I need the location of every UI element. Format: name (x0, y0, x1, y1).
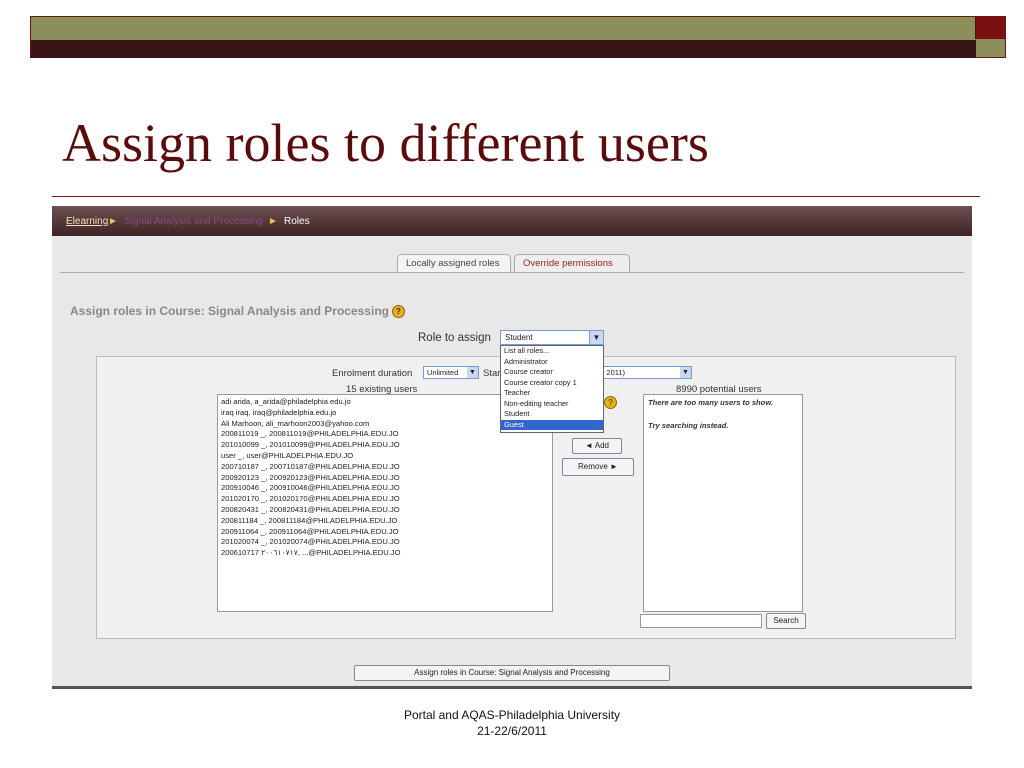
list-item[interactable]: user _, user@PHILADELPHIA.EDU.JO (221, 451, 549, 462)
list-item[interactable]: 200610717 ٢٠٠٦١٠٧١٧, ...@PHILADELPHIA.ED… (221, 548, 549, 559)
list-item[interactable]: 200811184 _, 200811184@PHILADELPHIA.EDU.… (221, 516, 549, 527)
role-option[interactable]: Course creator (501, 367, 603, 378)
chevron-down-icon: ▼ (680, 367, 691, 378)
list-item[interactable]: 200910046 _, 200910046@PHILADELPHIA.EDU.… (221, 483, 549, 494)
role-to-assign-label: Role to assign (418, 332, 491, 344)
enrolment-duration-value: Unlimited (427, 368, 459, 377)
role-option[interactable]: Teacher (501, 388, 603, 399)
potential-users-list[interactable]: There are too many users to show. Try se… (643, 394, 803, 612)
start-date-label: Star (483, 368, 501, 379)
slide-header-bar (30, 16, 1006, 58)
slide-title: Assign roles to different users (62, 113, 709, 173)
breadcrumb-home-link[interactable]: Elearning (66, 216, 108, 227)
title-divider (52, 196, 980, 197)
list-item[interactable]: 201020074 _, 201020074@PHILADELPHIA.EDU.… (221, 537, 549, 548)
enrolment-duration-label: Enrolment duration (332, 368, 413, 379)
breadcrumb-current: Roles (284, 216, 310, 227)
list-item[interactable]: 200820431 _, 200820431@PHILADELPHIA.EDU.… (221, 505, 549, 516)
add-button[interactable]: ◄ Add (572, 438, 622, 454)
search-button[interactable]: Search (766, 613, 806, 629)
role-option[interactable]: Student (501, 409, 603, 420)
slide-header-accent (975, 17, 1005, 39)
role-option[interactable]: Administrator (501, 357, 603, 368)
breadcrumb-arrow-icon: ► (108, 216, 118, 227)
list-item[interactable]: 200911064 _, 200911064@PHILADELPHIA.EDU.… (221, 527, 549, 538)
breadcrumb: Elearning ► Signal Analysis and Processi… (52, 206, 972, 236)
assign-roles-button[interactable]: Assign roles in Course: Signal Analysis … (354, 665, 670, 681)
role-select-value: Student (505, 333, 533, 342)
role-select[interactable]: Student ▼ (500, 330, 604, 345)
page-heading: Assign roles in Course: Signal Analysis … (70, 304, 405, 319)
slide-footer-line1: Portal and AQAS-Philadelphia University (403, 708, 621, 722)
enrolment-duration-select[interactable]: Unlimited ▼ (423, 366, 479, 379)
slide-footer-line2: 21-22/6/2011 (477, 724, 547, 738)
tab-override-permissions[interactable]: Override permissions (514, 254, 630, 272)
try-searching-message: Try searching instead. (648, 421, 729, 430)
slide-header-band (31, 17, 976, 58)
role-option[interactable]: Course creator copy 1 (501, 378, 603, 389)
help-icon[interactable]: ? (391, 305, 405, 319)
page-heading-text: Assign roles in Course: Signal Analysis … (70, 304, 389, 318)
chevron-down-icon: ▼ (589, 331, 603, 344)
list-item[interactable]: 200710187 _, 200710187@PHILADELPHIA.EDU.… (221, 462, 549, 473)
role-dropdown-menu[interactable]: List all roles... Administrator Course c… (500, 345, 604, 433)
breadcrumb-arrow-icon: ► (268, 216, 278, 227)
role-option[interactable]: Non-editing teacher (501, 399, 603, 410)
remove-button[interactable]: Remove ► (562, 458, 634, 476)
list-item[interactable]: 200920123 _, 200920123@PHILADELPHIA.EDU.… (221, 473, 549, 484)
list-item[interactable]: 201010099 _, 201010099@PHILADELPHIA.EDU.… (221, 440, 549, 451)
search-input[interactable] (640, 614, 762, 628)
slide-header-accent-lower (975, 40, 1005, 57)
help-icon[interactable]: ? (604, 396, 617, 409)
list-item[interactable]: 201020170 _, 201020170@PHILADELPHIA.EDU.… (221, 494, 549, 505)
chevron-down-icon: ▼ (467, 367, 478, 378)
tab-locally-assigned-roles[interactable]: Locally assigned roles (397, 254, 511, 272)
role-option-highlighted[interactable]: Guest (501, 419, 603, 430)
moodle-screenshot: Elearning ► Signal Analysis and Processi… (52, 206, 972, 689)
too-many-users-message: There are too many users to show. (648, 398, 774, 407)
start-date-select[interactable]: ne 2011) ▼ (592, 366, 692, 379)
breadcrumb-course-link[interactable]: Signal Analysis and Processing (124, 216, 263, 227)
role-option[interactable]: List all roles... (501, 346, 603, 357)
tab-divider (60, 272, 964, 273)
